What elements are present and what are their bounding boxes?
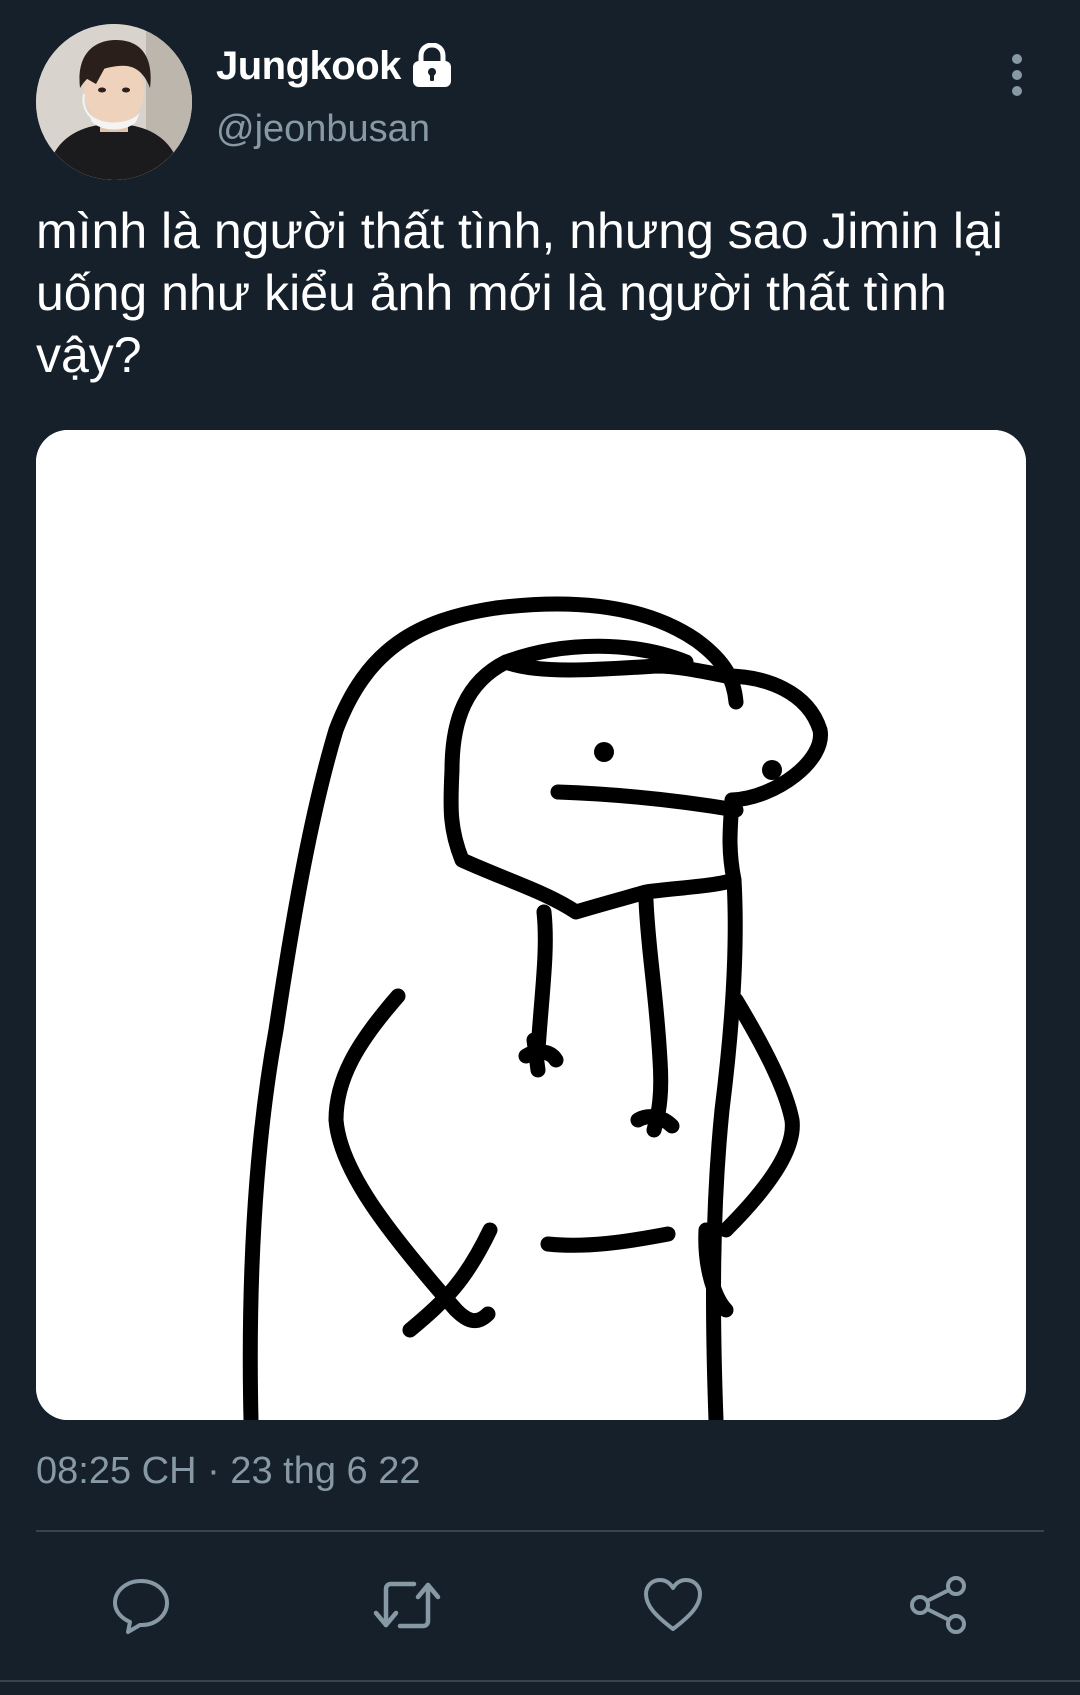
tweet-action-bar	[0, 1560, 1080, 1650]
retweet-button[interactable]	[362, 1560, 452, 1650]
avatar-photo	[36, 24, 192, 180]
author-name-row[interactable]: Jungkook	[216, 40, 453, 92]
author-display-name[interactable]: Jungkook	[216, 44, 401, 89]
more-vertical-icon[interactable]	[1000, 50, 1034, 100]
tweet-media-image[interactable]	[36, 430, 1026, 1420]
reply-icon	[113, 1579, 169, 1634]
share-button[interactable]	[894, 1560, 984, 1650]
doodle-eye-right	[762, 760, 782, 780]
tweet-text: mình là người thất tình, nhưng sao Jimin…	[36, 203, 1003, 383]
reply-button[interactable]	[96, 1560, 186, 1650]
author-handle[interactable]: @jeonbusan	[216, 108, 430, 151]
avatar[interactable]	[36, 24, 192, 180]
tweet-timestamp[interactable]: 08:25 CH · 23 thg 6 22	[36, 1450, 420, 1493]
divider	[36, 1530, 1044, 1532]
meme-doodle-image	[36, 430, 1026, 1420]
bottom-divider	[0, 1680, 1080, 1682]
share-icon	[910, 1576, 966, 1634]
doodle-eye-left	[594, 742, 614, 762]
tweet-detail: Jungkook @jeonbusan mình là người thất t…	[0, 0, 1080, 1695]
heart-icon	[644, 1578, 702, 1631]
lock-icon	[411, 42, 453, 89]
like-button[interactable]	[628, 1560, 718, 1650]
retweet-icon	[373, 1581, 441, 1629]
